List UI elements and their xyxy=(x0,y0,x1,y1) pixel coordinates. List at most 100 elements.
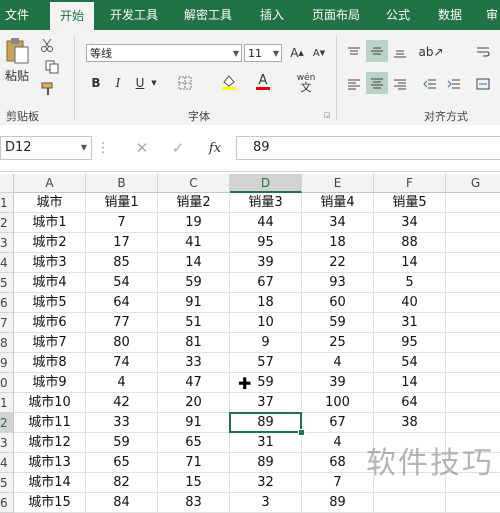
row-header-9[interactable]: 9 xyxy=(0,353,14,373)
table-cell[interactable]: 9 xyxy=(230,333,302,353)
table-header-cell[interactable]: 销量3 xyxy=(230,193,302,213)
column-header-b[interactable]: B xyxy=(86,174,158,193)
table-cell[interactable]: 31 xyxy=(230,433,302,453)
orientation-icon[interactable]: ab↗ xyxy=(418,42,443,62)
table-cell[interactable]: 7 xyxy=(302,473,374,493)
table-cell[interactable]: 城市12 xyxy=(14,433,86,453)
table-cell[interactable]: 城市9 xyxy=(14,373,86,393)
table-cell[interactable]: 88 xyxy=(374,233,446,253)
table-cell[interactable]: 54 xyxy=(374,353,446,373)
table-cell[interactable]: 城市11 xyxy=(14,413,86,433)
row-header-3[interactable]: 3 xyxy=(0,233,14,253)
underline-button[interactable]: U xyxy=(132,74,148,92)
decrease-indent-icon[interactable] xyxy=(420,74,440,94)
column-header-f[interactable]: F xyxy=(374,174,446,193)
table-cell[interactable]: 93 xyxy=(302,273,374,293)
table-cell[interactable]: 65 xyxy=(158,433,230,453)
table-header-cell[interactable]: 销量1 xyxy=(86,193,158,213)
chevron-down-icon[interactable]: ▼ xyxy=(150,76,158,90)
table-cell[interactable]: 77 xyxy=(86,313,158,333)
table-cell[interactable]: 4 xyxy=(86,373,158,393)
table-cell[interactable] xyxy=(446,493,500,513)
row-header-12[interactable]: 2 xyxy=(0,413,14,433)
enter-icon[interactable]: ✓ xyxy=(168,138,188,158)
align-left-icon[interactable] xyxy=(344,74,364,94)
tab-data[interactable]: 数据 xyxy=(430,0,470,30)
table-cell[interactable]: 89 xyxy=(302,493,374,513)
table-cell[interactable]: 89 xyxy=(230,453,302,473)
paste-button[interactable]: 粘贴 xyxy=(0,66,34,84)
wrap-text-icon[interactable] xyxy=(472,42,494,62)
column-header-a[interactable]: A xyxy=(14,174,86,193)
table-cell[interactable]: 城市6 xyxy=(14,313,86,333)
table-cell[interactable] xyxy=(446,233,500,253)
name-box[interactable]: D12 ▼ xyxy=(0,136,92,160)
cut-icon[interactable] xyxy=(38,36,56,54)
table-cell[interactable]: 64 xyxy=(374,393,446,413)
table-cell[interactable]: 67 xyxy=(230,273,302,293)
row-header-4[interactable]: 4 xyxy=(0,253,14,273)
row-header-7[interactable]: 7 xyxy=(0,313,14,333)
dialog-launcher-icon[interactable]: ◲ xyxy=(322,110,332,120)
table-cell[interactable]: 14 xyxy=(374,373,446,393)
table-cell[interactable]: 城市2 xyxy=(14,233,86,253)
align-center-icon[interactable] xyxy=(366,72,388,94)
table-cell[interactable]: 33 xyxy=(158,353,230,373)
increase-indent-icon[interactable] xyxy=(444,74,464,94)
table-cell[interactable] xyxy=(446,273,500,293)
tab-page-layout[interactable]: 页面布局 xyxy=(306,0,366,30)
table-cell[interactable]: 85 xyxy=(86,253,158,273)
row-header-14[interactable]: 4 xyxy=(0,453,14,473)
merge-center-icon[interactable] xyxy=(472,74,494,94)
table-header-cell[interactable] xyxy=(446,193,500,213)
table-cell[interactable]: 城市10 xyxy=(14,393,86,413)
table-cell[interactable] xyxy=(446,333,500,353)
cancel-icon[interactable]: ✕ xyxy=(132,138,152,158)
table-header-cell[interactable]: 城市 xyxy=(14,193,86,213)
table-cell[interactable]: 68 xyxy=(302,453,374,473)
table-cell[interactable]: 32 xyxy=(230,473,302,493)
row-header-8[interactable]: 8 xyxy=(0,333,14,353)
column-header-e[interactable]: E xyxy=(302,174,374,193)
table-cell[interactable]: 城市7 xyxy=(14,333,86,353)
table-cell[interactable]: 4 xyxy=(302,433,374,453)
table-cell[interactable]: 7 xyxy=(86,213,158,233)
tab-formulas[interactable]: 公式 xyxy=(380,0,416,30)
table-cell[interactable]: 34 xyxy=(302,213,374,233)
table-cell[interactable]: 59 xyxy=(302,313,374,333)
table-cell[interactable]: 19 xyxy=(158,213,230,233)
table-cell[interactable]: 城市1 xyxy=(14,213,86,233)
table-cell[interactable]: 100 xyxy=(302,393,374,413)
table-cell[interactable]: 10 xyxy=(230,313,302,333)
table-cell[interactable] xyxy=(446,353,500,373)
table-cell[interactable]: 33 xyxy=(86,413,158,433)
table-cell[interactable]: 83 xyxy=(158,493,230,513)
table-cell[interactable]: 城市14 xyxy=(14,473,86,493)
table-cell[interactable]: 54 xyxy=(86,273,158,293)
table-cell[interactable]: 65 xyxy=(86,453,158,473)
table-cell[interactable]: 67 xyxy=(302,413,374,433)
table-cell[interactable]: 57 xyxy=(230,353,302,373)
format-painter-icon[interactable] xyxy=(38,80,58,98)
table-cell[interactable]: 39 xyxy=(230,253,302,273)
row-header-5[interactable]: 5 xyxy=(0,273,14,293)
select-all-corner[interactable] xyxy=(0,174,14,193)
table-cell[interactable]: 39 xyxy=(302,373,374,393)
row-header-16[interactable]: 6 xyxy=(0,493,14,513)
table-cell[interactable]: 38 xyxy=(374,413,446,433)
fill-handle[interactable] xyxy=(298,429,305,436)
table-cell[interactable] xyxy=(446,393,500,413)
table-cell[interactable] xyxy=(446,213,500,233)
table-cell[interactable]: 5 xyxy=(374,273,446,293)
tab-developer[interactable]: 开发工具 xyxy=(104,0,164,30)
table-cell[interactable]: 25 xyxy=(302,333,374,353)
table-cell[interactable]: 47 xyxy=(158,373,230,393)
table-cell[interactable]: 91 xyxy=(158,413,230,433)
table-cell[interactable]: 89 xyxy=(230,413,302,433)
tab-insert[interactable]: 插入 xyxy=(252,0,292,30)
row-header-2[interactable]: 2 xyxy=(0,213,14,233)
table-cell[interactable]: 17 xyxy=(86,233,158,253)
table-cell[interactable]: 18 xyxy=(302,233,374,253)
row-header-13[interactable]: 3 xyxy=(0,433,14,453)
table-cell[interactable] xyxy=(446,413,500,433)
